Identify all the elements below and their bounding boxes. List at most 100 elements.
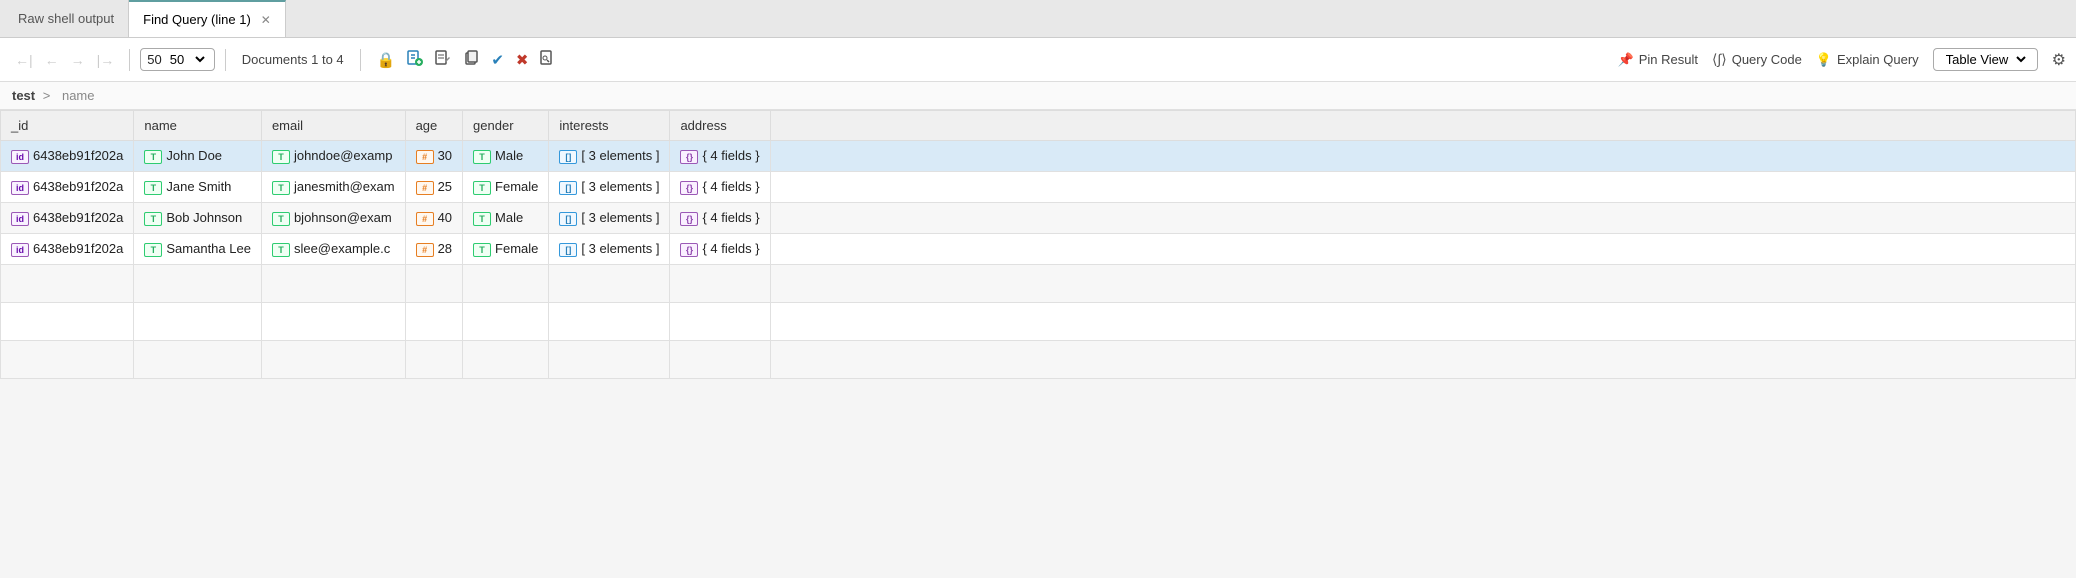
id-icon: id: [11, 212, 29, 226]
arr-icon: []: [559, 150, 577, 164]
num-icon: #: [416, 243, 434, 257]
cell-extra-2: [770, 203, 2075, 234]
add-document-button[interactable]: [403, 48, 427, 72]
empty-row: --------: [1, 303, 2076, 341]
explain-query-label: Explain Query: [1837, 52, 1919, 67]
pin-result-label: Pin Result: [1639, 52, 1698, 67]
cell-gender-3[interactable]: TFemale: [463, 234, 549, 265]
cell-age-1[interactable]: #25: [405, 172, 462, 203]
tab-find[interactable]: Find Query (line 1) ✕: [129, 0, 286, 37]
breadcrumb: test > name: [0, 82, 2076, 110]
col-gender[interactable]: gender: [463, 111, 549, 141]
view-dropdown[interactable]: Table View JSON View List View: [1942, 51, 2029, 68]
query-code-label: Query Code: [1732, 52, 1802, 67]
num-icon: #: [416, 181, 434, 195]
tab-bar: Raw shell output Find Query (line 1) ✕: [0, 0, 2076, 38]
page-size-dropdown[interactable]: 50 100 200: [166, 51, 208, 68]
nav-last-button[interactable]: |→: [92, 50, 120, 70]
cell-name-3[interactable]: TSamantha Lee: [134, 234, 262, 265]
col-name[interactable]: name: [134, 111, 262, 141]
col-interests[interactable]: interests: [549, 111, 670, 141]
cell-email-0[interactable]: Tjohndoe@examp: [261, 141, 405, 172]
cell-gender-0[interactable]: TMale: [463, 141, 549, 172]
cell-name-0[interactable]: TJohn Doe: [134, 141, 262, 172]
page-size-value: 50: [147, 52, 161, 67]
breadcrumb-db[interactable]: test: [12, 88, 35, 103]
cell-address-3[interactable]: {}{ 4 fields }: [670, 234, 770, 265]
nav-first-button[interactable]: ←|: [10, 50, 38, 70]
cell-address-0[interactable]: {}{ 4 fields }: [670, 141, 770, 172]
cell-gender-2[interactable]: TMale: [463, 203, 549, 234]
str-icon: T: [144, 243, 162, 257]
cell-interests-2[interactable]: [][ 3 elements ]: [549, 203, 670, 234]
cell-id-1[interactable]: id6438eb91f202a: [1, 172, 134, 203]
table-row[interactable]: id6438eb91f202aTJohn DoeTjohndoe@examp#3…: [1, 141, 2076, 172]
arr-icon: []: [559, 212, 577, 226]
table-body: id6438eb91f202aTJohn DoeTjohndoe@examp#3…: [1, 141, 2076, 379]
table-row[interactable]: id6438eb91f202aTSamantha LeeTslee@exampl…: [1, 234, 2076, 265]
str-icon: T: [272, 181, 290, 195]
settings-button[interactable]: ⚙: [2052, 50, 2066, 70]
col-email[interactable]: email: [261, 111, 405, 141]
copy-document-button[interactable]: [459, 48, 483, 72]
pin-icon: 📌: [1618, 52, 1634, 68]
id-icon: id: [11, 243, 29, 257]
col-age[interactable]: age: [405, 111, 462, 141]
cell-interests-0[interactable]: [][ 3 elements ]: [549, 141, 670, 172]
tab-raw-label: Raw shell output: [18, 11, 114, 26]
table-row[interactable]: id6438eb91f202aTBob JohnsonTbjohnson@exa…: [1, 203, 2076, 234]
tab-close-icon[interactable]: ✕: [261, 13, 271, 27]
empty-row: --------: [1, 265, 2076, 303]
cell-email-2[interactable]: Tbjohnson@exam: [261, 203, 405, 234]
data-table: _id name email age gender interests addr…: [0, 110, 2076, 379]
cell-address-1[interactable]: {}{ 4 fields }: [670, 172, 770, 203]
cell-id-0[interactable]: id6438eb91f202a: [1, 141, 134, 172]
edit-document-button[interactable]: [431, 48, 455, 72]
id-icon: id: [11, 181, 29, 195]
str-icon: T: [473, 181, 491, 195]
query-code-button[interactable]: ⟨∫⟩ Query Code: [1712, 51, 1802, 68]
obj-icon: {}: [680, 212, 698, 226]
cell-address-2[interactable]: {}{ 4 fields }: [670, 203, 770, 234]
breadcrumb-collection[interactable]: name: [62, 88, 95, 103]
cell-interests-1[interactable]: [][ 3 elements ]: [549, 172, 670, 203]
num-icon: #: [416, 150, 434, 164]
divider-2: [225, 49, 226, 71]
explain-query-button[interactable]: 💡 Explain Query: [1816, 52, 1919, 68]
check-button[interactable]: ✔: [487, 49, 508, 71]
cell-id-2[interactable]: id6438eb91f202a: [1, 203, 134, 234]
page-size-selector[interactable]: 50 50 100 200: [140, 48, 214, 71]
tab-raw[interactable]: Raw shell output: [4, 0, 129, 37]
str-icon: T: [144, 150, 162, 164]
cell-name-1[interactable]: TJane Smith: [134, 172, 262, 203]
col-extra: [770, 111, 2075, 141]
str-icon: T: [473, 150, 491, 164]
cell-age-3[interactable]: #28: [405, 234, 462, 265]
col-address[interactable]: address: [670, 111, 770, 141]
cell-age-2[interactable]: #40: [405, 203, 462, 234]
cell-name-2[interactable]: TBob Johnson: [134, 203, 262, 234]
nav-prev-button[interactable]: ←: [40, 50, 64, 70]
cell-email-3[interactable]: Tslee@example.c: [261, 234, 405, 265]
cell-id-3[interactable]: id6438eb91f202a: [1, 234, 134, 265]
view-selector[interactable]: Table View JSON View List View: [1933, 48, 2038, 71]
col-id[interactable]: _id: [1, 111, 134, 141]
nav-next-button[interactable]: →: [66, 50, 90, 70]
pin-result-button[interactable]: 📌 Pin Result: [1618, 52, 1698, 68]
cell-age-0[interactable]: #30: [405, 141, 462, 172]
id-icon: id: [11, 150, 29, 164]
table-row[interactable]: id6438eb91f202aTJane SmithTjanesmith@exa…: [1, 172, 2076, 203]
document-count: Documents 1 to 4: [242, 52, 344, 67]
cell-email-1[interactable]: Tjanesmith@exam: [261, 172, 405, 203]
num-icon: #: [416, 212, 434, 226]
cell-interests-3[interactable]: [][ 3 elements ]: [549, 234, 670, 265]
search-refresh-button[interactable]: [536, 48, 560, 72]
obj-icon: {}: [680, 243, 698, 257]
cell-extra-0: [770, 141, 2075, 172]
cell-gender-1[interactable]: TFemale: [463, 172, 549, 203]
str-icon: T: [272, 212, 290, 226]
divider-3: [360, 49, 361, 71]
str-icon: T: [272, 243, 290, 257]
lock-icon-button[interactable]: 🔒: [373, 49, 400, 71]
delete-button[interactable]: ✖: [512, 49, 533, 71]
